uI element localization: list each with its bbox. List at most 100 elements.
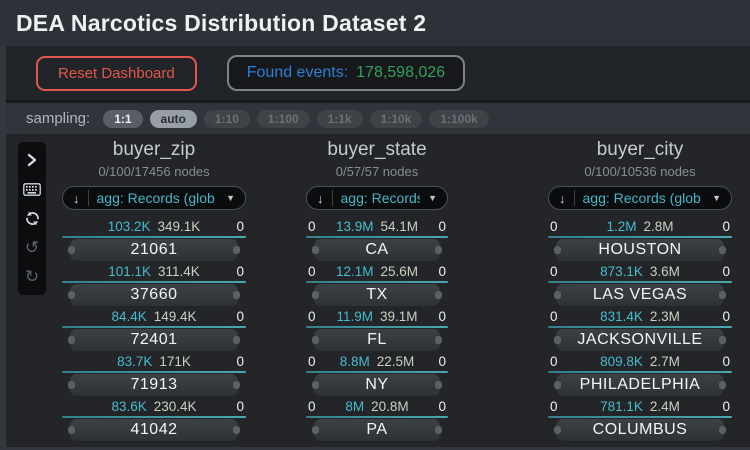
left-toolbar: ↺ ↻ [18, 142, 46, 295]
global-count: 2.8M [644, 219, 674, 234]
histogram-row: 013.9M54.1M0CA [306, 219, 448, 261]
chevron-down-icon: ▼ [428, 193, 437, 203]
category-bar[interactable]: CA [314, 239, 440, 261]
category-label: NY [365, 376, 388, 394]
sort-descending-icon[interactable]: ↓ [317, 191, 324, 206]
histogram-columns: buyer_zip0/100/17456 nodes↓agg: Records … [6, 134, 750, 444]
chevron-down-icon: ▼ [712, 193, 721, 203]
min-value: 0 [308, 399, 318, 414]
row-values: 08.8M22.5M0 [306, 354, 448, 370]
category-bar[interactable]: 71913 [70, 374, 238, 396]
value-range-track [306, 371, 448, 373]
category-bar[interactable]: JACKSONVILLE [556, 329, 724, 351]
sampling-option-110[interactable]: 1:10 [204, 110, 250, 128]
min-value: 0 [308, 264, 318, 279]
category-label: 72401 [131, 331, 178, 349]
sampling-options: 1:1 auto 1:10 1:100 1:1k 1:10k 1:100k [103, 110, 489, 128]
category-bar[interactable]: HOUSTON [556, 239, 724, 261]
sampling-option-1100[interactable]: 1:100 [257, 110, 310, 128]
chevron-down-icon: ▼ [226, 193, 235, 203]
category-bar[interactable]: FL [314, 329, 440, 351]
category-bar[interactable]: LAS VEGAS [556, 284, 724, 306]
row-values: 0873.1K3.6M0 [548, 264, 732, 280]
column-node-counts: 0/57/57 nodes [306, 164, 448, 179]
sampling-option-11[interactable]: 1:1 [103, 110, 142, 128]
row-values: 84.4K149.4K0 [62, 309, 246, 325]
aggregation-label: agg: Records (glob [583, 190, 705, 206]
category-bar[interactable]: TX [314, 284, 440, 306]
histogram-row: 08.8M22.5M0NY [306, 354, 448, 396]
sort-descending-icon[interactable]: ↓ [559, 191, 566, 206]
undo-icon[interactable]: ↺ [23, 238, 41, 256]
value-range-track [62, 416, 246, 418]
selected-count: 0 [436, 219, 446, 234]
filtered-count: 12.1M [336, 264, 374, 279]
min-value: 0 [550, 309, 560, 324]
global-count: 349.1K [158, 219, 201, 234]
filtered-count: 873.1K [600, 264, 643, 279]
global-count: 22.5M [377, 354, 415, 369]
sampling-option-110k[interactable]: 1:10k [370, 110, 423, 128]
histogram-row: 0781.1K2.4M0 COLUMBUS [548, 399, 732, 441]
value-range-track [548, 236, 732, 238]
found-events-value: 178,598,026 [356, 64, 445, 82]
category-label: COLUMBUS [593, 421, 688, 439]
global-count: 2.7M [650, 354, 680, 369]
min-value: 0 [308, 309, 318, 324]
refresh-icon[interactable] [23, 209, 41, 227]
global-count: 25.6M [381, 264, 419, 279]
min-value: 0 [308, 219, 318, 234]
global-count: 2.3M [650, 309, 680, 324]
selected-count: 0 [720, 309, 730, 324]
selected-count: 0 [720, 219, 730, 234]
category-bar[interactable]: COLUMBUS [556, 419, 724, 441]
column-title: buyer_city [548, 139, 732, 161]
category-bar[interactable]: 37660 [70, 284, 238, 306]
sort-descending-icon[interactable]: ↓ [73, 191, 80, 206]
sampling-option-1100k[interactable]: 1:100k [429, 110, 488, 128]
value-range-track [306, 236, 448, 238]
redo-icon[interactable]: ↻ [23, 267, 41, 285]
min-value: 0 [550, 354, 560, 369]
title-bar: DEA Narcotics Distribution Dataset 2 [0, 0, 750, 46]
category-bar[interactable]: PA [314, 419, 440, 441]
column-title: buyer_state [306, 139, 448, 161]
row-values: 83.6K230.4K0 [62, 399, 246, 415]
histogram-row: 0809.8K2.7M0PHILADELPHIA [548, 354, 732, 396]
category-bar[interactable]: 21061 [70, 239, 238, 261]
filtered-count: 8M [345, 399, 364, 414]
value-range-track [306, 416, 448, 418]
row-values: 0781.1K2.4M0 [548, 399, 732, 415]
global-count: 3.6M [650, 264, 680, 279]
found-events-label: Found events: [247, 64, 348, 82]
selected-count: 0 [234, 399, 244, 414]
histogram-rows: 013.9M54.1M0CA012.1M25.6M0TX011.9M39.1M0… [306, 219, 448, 441]
histogram-column-buyer_city: buyer_city0/100/10536 nodes↓agg: Records… [548, 139, 732, 444]
expand-chevron-icon[interactable] [23, 151, 41, 169]
sampling-option-11k[interactable]: 1:1k [317, 110, 363, 128]
aggregation-dropdown[interactable]: ↓agg: Records (glob▼ [62, 186, 246, 210]
filtered-count: 84.4K [111, 309, 146, 324]
category-bar[interactable]: PHILADELPHIA [556, 374, 724, 396]
sampling-option-auto[interactable]: auto [150, 110, 197, 128]
global-count: 149.4K [154, 309, 197, 324]
aggregation-dropdown[interactable]: ↓agg: Records (glob▼ [306, 186, 448, 210]
keyboard-icon[interactable] [23, 180, 41, 198]
selected-count: 0 [436, 354, 446, 369]
category-bar[interactable]: 41042 [70, 419, 238, 441]
min-value: 0 [550, 219, 560, 234]
global-count: 311.4K [158, 264, 200, 279]
sampling-label: sampling: [26, 110, 90, 127]
category-label: PHILADELPHIA [580, 376, 701, 394]
column-title: buyer_zip [62, 139, 246, 161]
row-values: 0831.4K2.3M0 [548, 309, 732, 325]
category-bar[interactable]: NY [314, 374, 440, 396]
global-count: 230.4K [154, 399, 197, 414]
histogram-rows: 01.2M2.8M0HOUSTON0873.1K3.6M0LAS VEGAS08… [548, 219, 732, 441]
row-values: 101.1K311.4K0 [62, 264, 246, 280]
selected-count: 0 [720, 264, 730, 279]
category-label: JACKSONVILLE [577, 331, 702, 349]
reset-dashboard-button[interactable]: Reset Dashboard [36, 56, 197, 91]
aggregation-dropdown[interactable]: ↓ agg: Records (glob ▼ [548, 186, 732, 210]
category-bar[interactable]: 72401 [70, 329, 238, 351]
